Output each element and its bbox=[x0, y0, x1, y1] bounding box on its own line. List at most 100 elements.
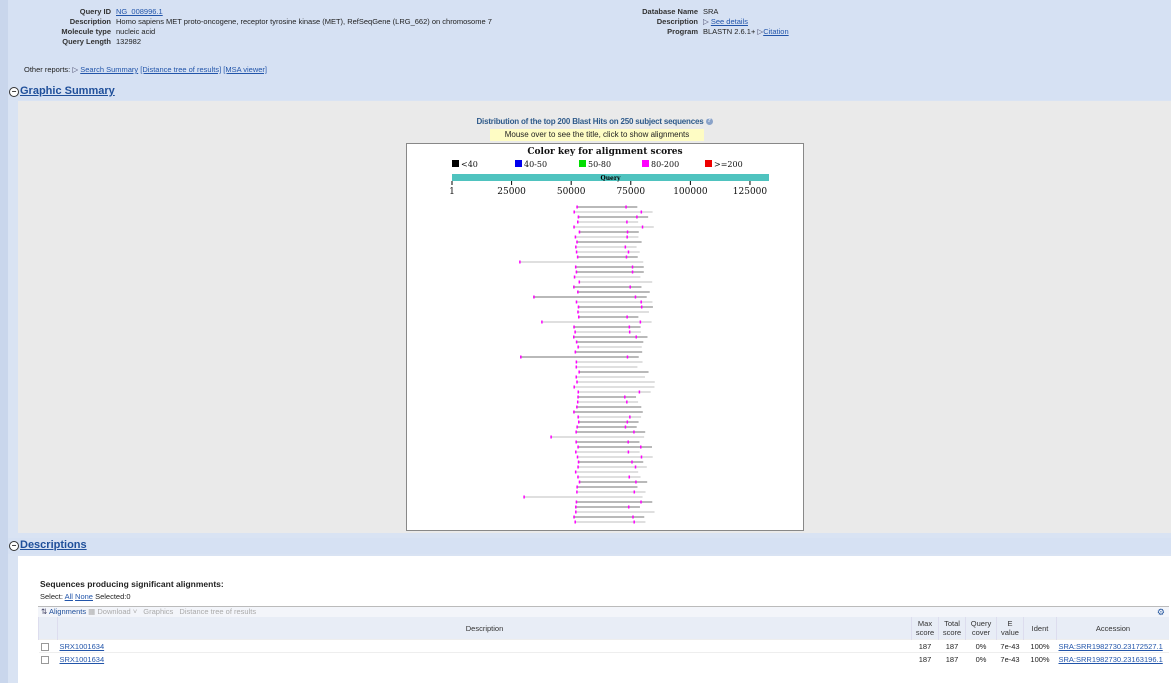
hit-segment bbox=[575, 440, 577, 444]
molecule-type-label: Molecule type bbox=[61, 27, 111, 36]
program-row: Program BLASTN 2.6.1+ ▷Citation bbox=[608, 27, 788, 36]
hit-segment bbox=[575, 510, 577, 514]
hit-segment bbox=[577, 290, 579, 294]
descriptions-title-link[interactable]: Descriptions bbox=[20, 539, 87, 551]
citation-link[interactable]: Citation bbox=[763, 27, 788, 36]
hit-segment bbox=[576, 490, 578, 494]
hit-segment bbox=[576, 380, 578, 384]
graphics-button[interactable]: Graphics bbox=[143, 607, 173, 616]
hit-segment bbox=[631, 265, 634, 269]
row-checkbox[interactable] bbox=[40, 655, 49, 664]
hit-segment bbox=[578, 480, 581, 484]
column-ident[interactable]: Ident bbox=[1023, 617, 1057, 640]
hit-segment bbox=[577, 345, 579, 349]
description-row: Description Homo sapiens MET proto-oncoge… bbox=[8, 17, 492, 26]
program-value: BLASTN 2.6.1+ bbox=[703, 27, 756, 36]
hit-segment bbox=[640, 305, 643, 309]
row-query-cover: 0% bbox=[965, 652, 997, 665]
axis-tick-label: 50000 bbox=[557, 187, 586, 197]
row-ident: 100% bbox=[1023, 639, 1057, 653]
hit-segment bbox=[575, 245, 577, 249]
see-details-link[interactable]: See details bbox=[711, 17, 748, 26]
color-key-label: 80-200 bbox=[651, 160, 679, 169]
database-name-label: Database Name bbox=[642, 7, 698, 16]
hit-segment bbox=[576, 425, 578, 429]
column-query-cover[interactable]: Query cover bbox=[965, 617, 997, 640]
gear-icon[interactable]: ⚙ bbox=[1157, 607, 1165, 617]
graphic-summary-title-link[interactable]: Graphic Summary bbox=[20, 85, 115, 97]
row-accession-link[interactable]: SRA:SRR1982730.23172527.1 bbox=[1059, 642, 1163, 651]
column-accession[interactable]: Accession bbox=[1056, 617, 1169, 640]
hit-segment bbox=[628, 475, 631, 479]
collapse-icon[interactable]: − bbox=[9, 541, 19, 551]
search-summary-link[interactable]: Search Summary bbox=[80, 65, 138, 74]
hit-segment bbox=[577, 460, 580, 464]
hit-segment bbox=[520, 355, 522, 359]
select-none-link[interactable]: None bbox=[75, 592, 93, 601]
column-max-score[interactable]: Max score bbox=[911, 617, 939, 640]
download-icon: ▦ bbox=[88, 607, 96, 616]
hit-segment bbox=[629, 415, 631, 419]
alignment-graphic[interactable]: Color key for alignment scores <40 40-50 50… bbox=[406, 143, 804, 531]
hit-segment bbox=[573, 325, 575, 329]
hit-segment bbox=[577, 220, 579, 224]
download-button[interactable]: Download bbox=[97, 607, 130, 616]
database-name-row: Database Name SRA bbox=[608, 7, 718, 16]
axis-tick-label: 100000 bbox=[673, 187, 708, 197]
left-margin-bar bbox=[0, 0, 8, 683]
hit-segment bbox=[631, 460, 633, 464]
hit-segment bbox=[640, 300, 642, 304]
row-accession-link[interactable]: SRA:SRR1982730.23163196.1 bbox=[1059, 655, 1163, 664]
color-key-title: Color key for alignment scores bbox=[527, 147, 682, 157]
hit-segment bbox=[639, 320, 642, 324]
hit-segment bbox=[533, 295, 535, 299]
column-description[interactable]: Description bbox=[57, 617, 912, 640]
alignment-graphic-svg[interactable]: Color key for alignment scores <40 40-50 50… bbox=[407, 144, 803, 530]
hit-segment bbox=[573, 225, 575, 229]
hit-segment bbox=[575, 450, 577, 454]
color-key-label: <40 bbox=[461, 160, 478, 169]
hit-segment bbox=[577, 305, 580, 309]
query-id-link[interactable]: NG_008996.1 bbox=[116, 7, 163, 16]
hit-segment bbox=[634, 295, 637, 299]
table-header-row: Description Max score Total score Query … bbox=[38, 617, 1169, 640]
hit-segment bbox=[574, 350, 577, 354]
triangle-right-icon: ▷ bbox=[703, 17, 709, 26]
hit-segment bbox=[631, 270, 634, 274]
row-description-link[interactable]: SRX1001634 bbox=[60, 642, 105, 651]
msa-viewer-link[interactable]: [MSA viewer] bbox=[223, 65, 267, 74]
row-description-link[interactable]: SRX1001634 bbox=[60, 655, 105, 664]
select-all-link[interactable]: All bbox=[65, 592, 73, 601]
hit-segment bbox=[577, 420, 580, 424]
column-total-score[interactable]: Total score bbox=[938, 617, 966, 640]
hit-segment bbox=[577, 215, 580, 219]
hit-segment bbox=[633, 490, 636, 494]
distance-tree-button[interactable]: Distance tree of results bbox=[179, 607, 256, 616]
hit-segment bbox=[578, 230, 581, 234]
hit-segment bbox=[575, 500, 578, 504]
hit-segment bbox=[578, 280, 581, 284]
graphic-summary-panel: Distribution of the top 200 Blast Hits o… bbox=[18, 101, 1171, 533]
help-icon[interactable]: ? bbox=[705, 118, 713, 126]
collapse-icon[interactable]: − bbox=[9, 87, 19, 97]
hit-segment bbox=[519, 260, 521, 264]
other-reports-label: Other reports: bbox=[24, 65, 71, 74]
hit-segment bbox=[573, 515, 575, 519]
column-e-value[interactable]: E value bbox=[996, 617, 1024, 640]
hit-segment bbox=[575, 375, 577, 379]
hit-segment bbox=[576, 455, 579, 459]
row-checkbox[interactable] bbox=[40, 642, 49, 651]
color-key-swatch bbox=[515, 160, 522, 167]
alignments-button[interactable]: Alignments bbox=[49, 607, 86, 616]
hit-segment bbox=[578, 370, 580, 374]
color-key-label: 50-80 bbox=[588, 160, 611, 169]
selected-count: Selected:0 bbox=[95, 592, 131, 601]
sort-icon[interactable]: ⇅ bbox=[41, 607, 47, 616]
row-max-score: 187 bbox=[911, 639, 939, 653]
hit-segment bbox=[577, 395, 579, 399]
hit-segment bbox=[627, 440, 629, 444]
distance-tree-link[interactable]: [Distance tree of results] bbox=[140, 65, 221, 74]
hit-segment bbox=[575, 270, 578, 274]
db-description-row: Description ▷ See details bbox=[608, 17, 748, 26]
hit-segment bbox=[575, 430, 577, 434]
